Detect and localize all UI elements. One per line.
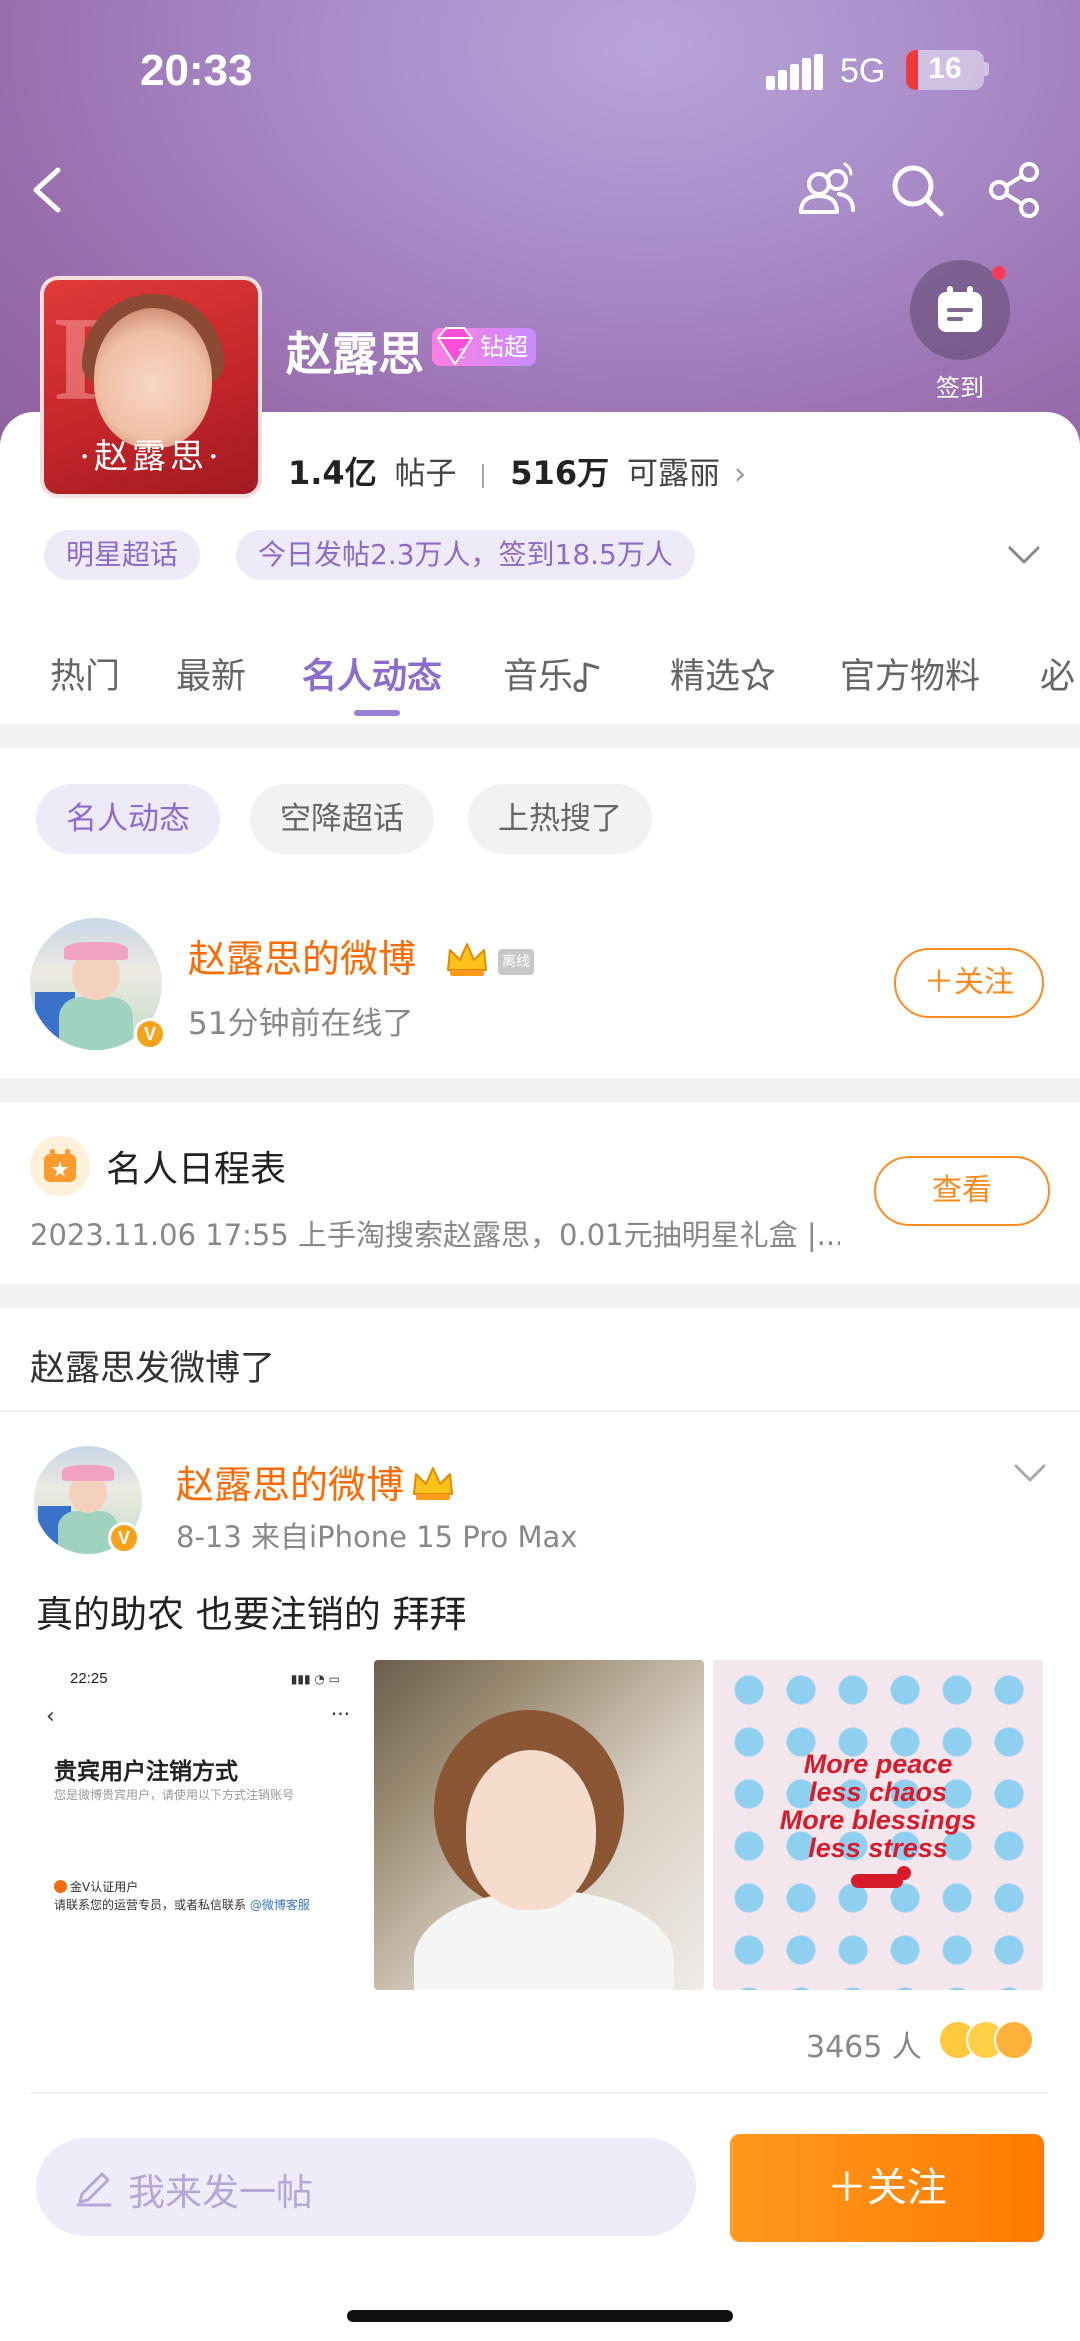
post-image-quote[interactable]: More peace less chaos More blessings les… (713, 1660, 1043, 1990)
emoji-kiss-icon (994, 2020, 1034, 2060)
share-icon[interactable] (985, 160, 1045, 220)
view-button[interactable]: 查看 (874, 1156, 1050, 1226)
tab-must[interactable]: 必 (1040, 648, 1075, 699)
signal-icon (766, 54, 824, 90)
post-author-name[interactable]: 赵露思的微博 (176, 1454, 404, 1509)
verified-badge: V (108, 1522, 140, 1554)
celebrity-name[interactable]: 赵露思的微博 (188, 928, 416, 983)
svg-text:2: 2 (458, 345, 466, 361)
offline-tag: 离线 (498, 949, 534, 975)
verified-badge: V (134, 1018, 166, 1050)
crown-icon (447, 943, 487, 976)
active-tab-indicator (354, 710, 400, 716)
posts-label: 帖子 (394, 456, 457, 492)
stats-divider (482, 463, 485, 488)
feed-section-title: 赵露思发微博了 (30, 1349, 276, 1389)
filter-celebrity-updates[interactable]: 名人动态 (36, 784, 220, 854)
chevron-right-icon: › (733, 456, 747, 492)
diamond-icon: 2 (436, 327, 474, 366)
star-icon (741, 658, 775, 691)
more-icon: ··· (330, 1702, 350, 1726)
status-icons: ▮▮▮ ◔ ▭ (290, 1672, 340, 1686)
music-note-icon (573, 662, 600, 693)
schedule-title: 名人日程表 (106, 1149, 287, 1190)
compose-input[interactable]: 我来发一帖 (36, 2138, 696, 2236)
follow-button[interactable]: ＋关注 (894, 948, 1044, 1018)
checkin-label: 签到 (936, 374, 984, 402)
bottom-action-bar: 我来发一帖 ＋关注 (0, 2120, 1080, 2341)
compose-placeholder: 我来发一帖 (128, 2171, 313, 2214)
chevron-down-icon[interactable] (1012, 1460, 1048, 1488)
chevron-down-icon[interactable] (1006, 540, 1042, 570)
cover-caption: ·赵露思· (79, 437, 223, 477)
topic-stats[interactable]: 1.4亿 帖子 516万 可露丽 › (288, 448, 746, 494)
pencil-icon (76, 2172, 112, 2207)
tab-celebrity-updates[interactable]: 名人动态 (302, 648, 442, 699)
tab-music[interactable]: 音乐 (503, 648, 607, 699)
celebrity-card: 名人动态 空降超话 上热搜了 V 赵露思的微博 离线 51分钟前在线了 ＋关注 (0, 748, 1080, 1078)
schedule-icon (30, 1136, 90, 1196)
chip-daily-stats[interactable]: 今日发帖2.3万人，签到18.5万人 (236, 530, 695, 580)
topic-cover-image[interactable]: R ·赵露思· (40, 276, 262, 498)
divider (0, 1410, 1080, 1412)
topic-title: 赵露思 (286, 327, 424, 381)
notification-dot (992, 266, 1006, 280)
tab-featured[interactable]: 精选 (670, 648, 776, 699)
post-feed: 赵露思发微博了 V 赵露思的微博 8-13 来自iPhone 15 Pro Ma… (0, 1308, 1080, 2120)
post-text: 真的助农 也要注销的 拜拜 (36, 1593, 467, 1636)
post-image-screenshot[interactable]: 22:25 ▮▮▮ ◔ ▭ ‹ ··· 贵宾用户注销方式 您是微博贵宾用户，请使… (36, 1660, 366, 1990)
calendar-icon (938, 286, 982, 332)
home-indicator (347, 2310, 733, 2322)
dog-illustration (851, 1866, 911, 1888)
back-icon[interactable] (20, 160, 80, 220)
quote-text: More peace less chaos More blessings les… (779, 1749, 977, 1863)
filter-trending[interactable]: 上热搜了 (468, 784, 652, 854)
schedule-item[interactable]: 2023.11.06 17:55 上手淘搜索赵露思，0.01元抽明星礼盒 |..… (30, 1212, 840, 1254)
tab-hot[interactable]: 热门 (50, 648, 120, 699)
divider (30, 2092, 1048, 2094)
follow-topic-button[interactable]: ＋关注 (730, 2134, 1044, 2242)
post-image-selfie[interactable] (374, 1660, 704, 1990)
diamond-badge[interactable]: 2 钻超 (432, 327, 536, 366)
schedule-card: 名人日程表 2023.11.06 17:55 上手淘搜索赵露思，0.01元抽明星… (0, 1102, 1080, 1284)
battery-icon: 16 (906, 50, 984, 90)
badge-label: 钻超 (480, 333, 528, 361)
topic-tabs: 热门 最新 名人动态 音乐 精选 官方物料 必 (0, 640, 1080, 724)
filter-airdrop[interactable]: 空降超话 (250, 784, 434, 854)
back-icon: ‹ (46, 1704, 55, 1729)
checkin-button[interactable] (910, 260, 1010, 360)
reaction-count[interactable]: 3465 人 (806, 2022, 922, 2066)
fans-count: 516万 (510, 454, 610, 492)
fans-label: 可露丽 (626, 456, 720, 492)
status-bar: 20:33 5G 16 (0, 40, 1080, 110)
posts-count: 1.4亿 (288, 454, 377, 492)
status-time: 20:33 (140, 46, 253, 95)
post-meta: 8-13 来自iPhone 15 Pro Max (176, 1520, 578, 1554)
chip-star-topic[interactable]: 明星超话 (44, 530, 201, 580)
online-status: 51分钟前在线了 (188, 1006, 414, 1042)
battery-level: 16 (928, 52, 962, 85)
search-icon[interactable] (887, 160, 947, 220)
friends-icon[interactable] (795, 158, 859, 222)
tab-latest[interactable]: 最新 (176, 648, 246, 699)
crown-icon (413, 1467, 453, 1500)
network-type: 5G (840, 52, 886, 90)
tab-official-materials[interactable]: 官方物料 (840, 648, 980, 699)
